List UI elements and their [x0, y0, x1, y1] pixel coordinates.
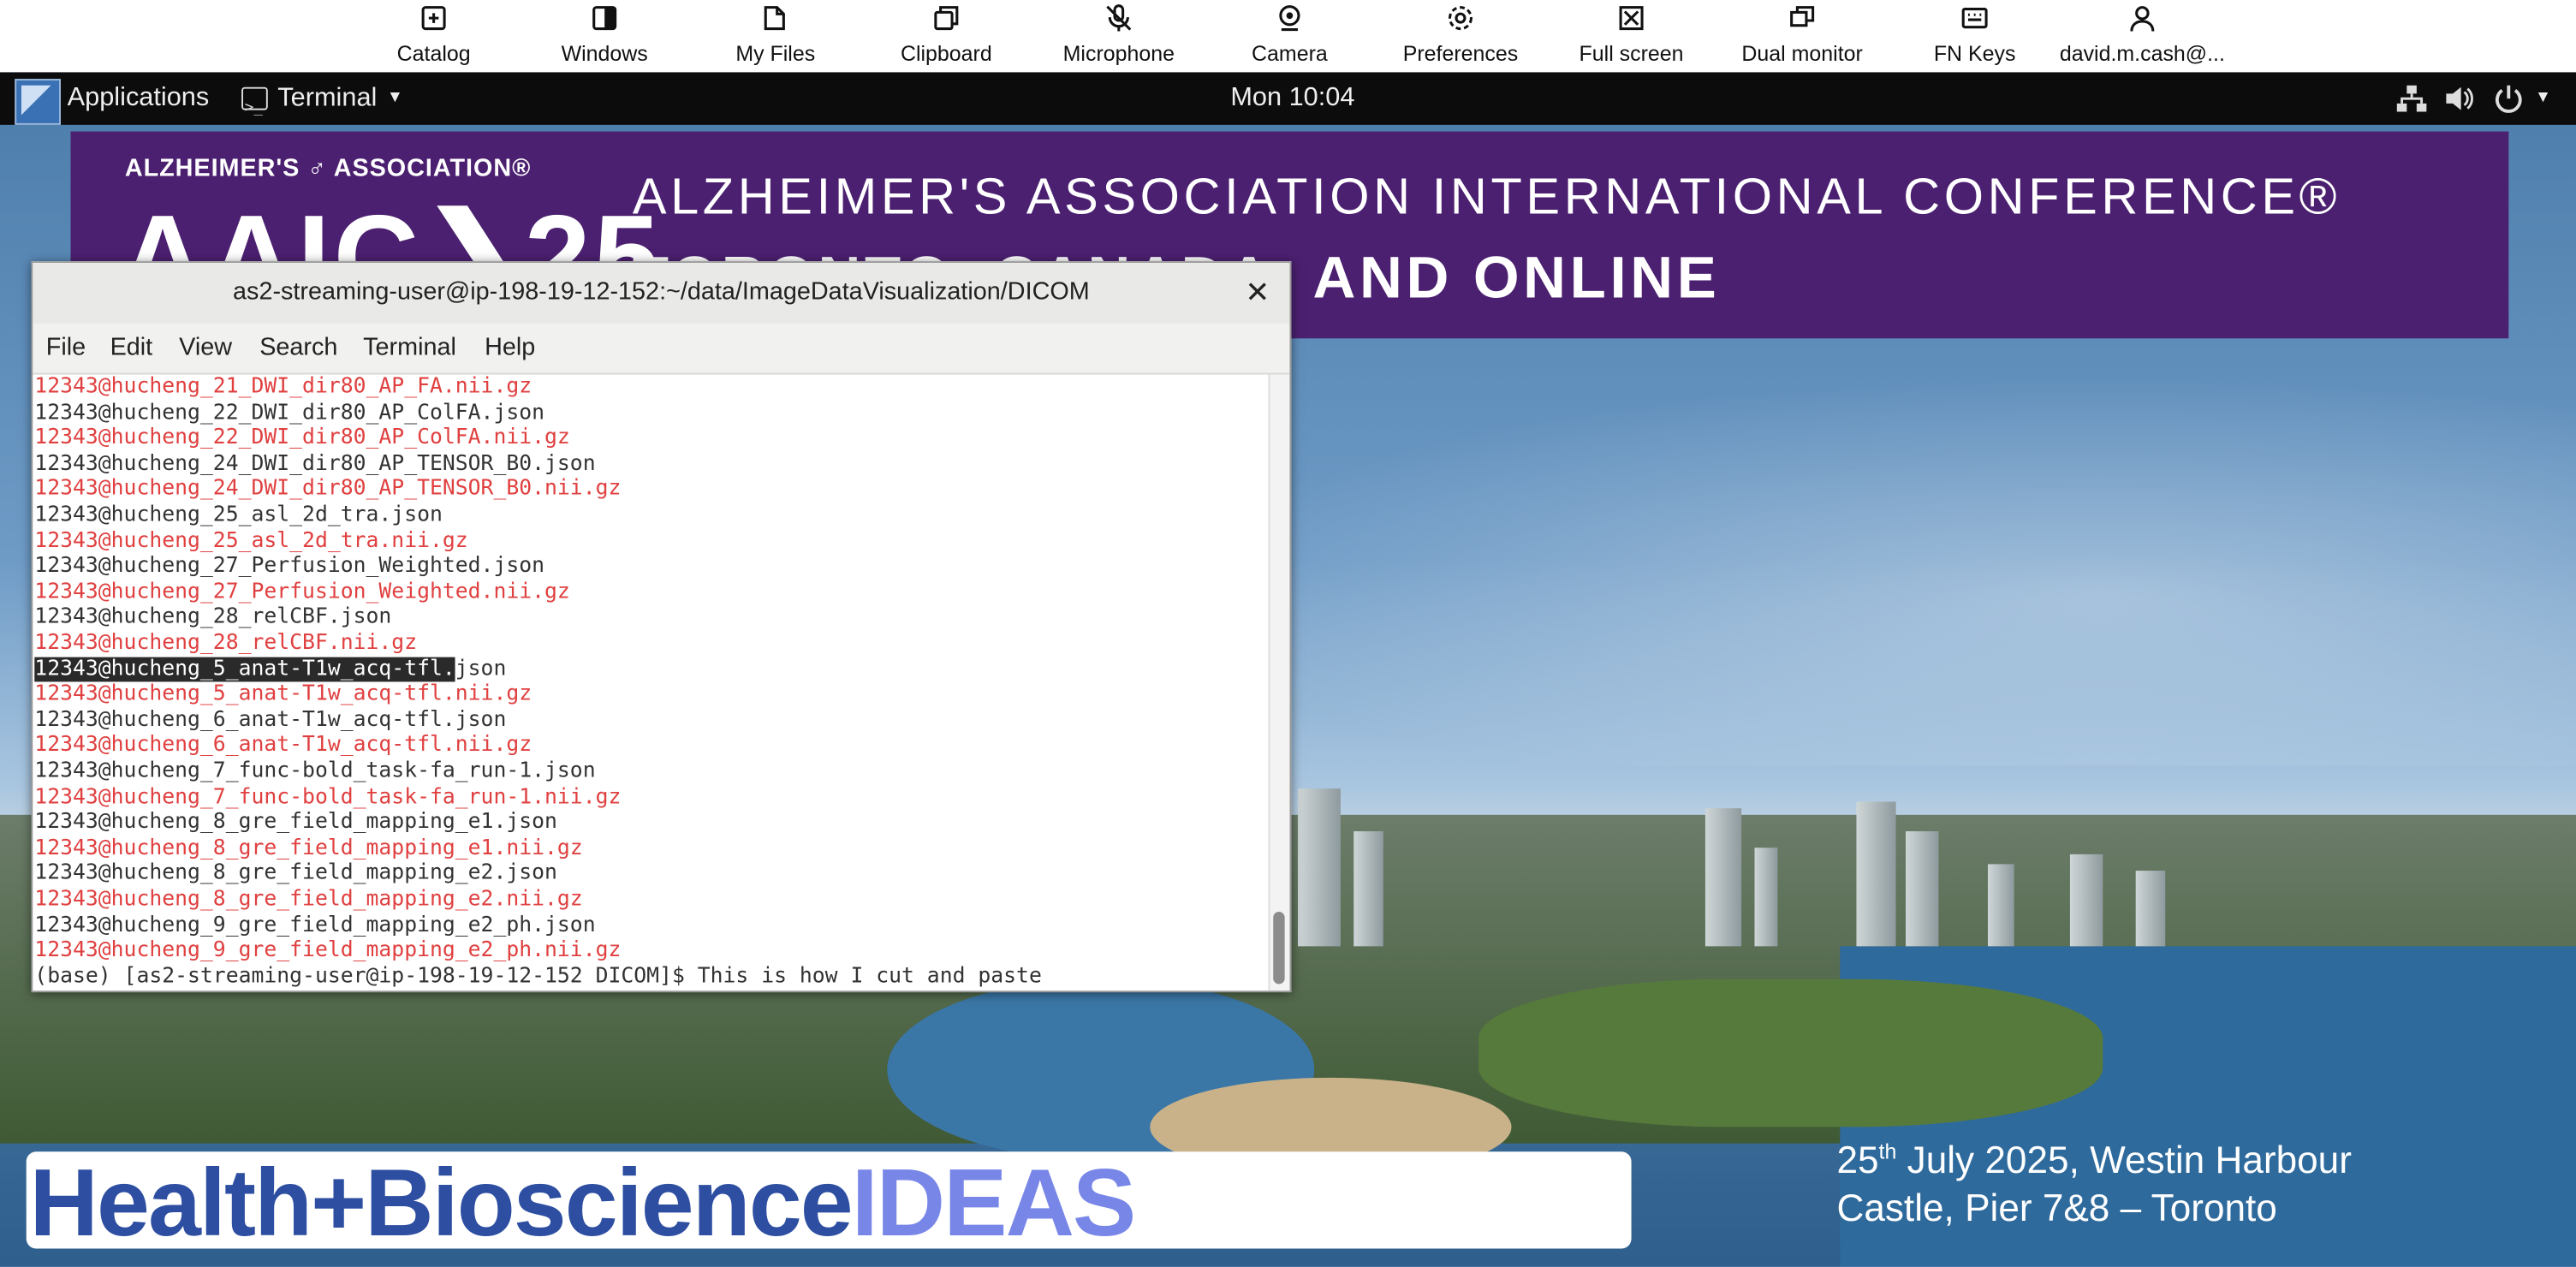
camera-icon [1232, 3, 1347, 39]
terminal-line: 12343@hucheng_24_DWI_dir80_AP_TENSOR_B0.… [34, 451, 596, 477]
terminal-line: 12343@hucheng_22_DWI_dir80_AP_ColFA.json [34, 400, 545, 425]
event-venue-line: Castle, Pier 7&8 – Toronto [1836, 1186, 2277, 1229]
applications-logo-icon [15, 79, 62, 125]
user-icon [2057, 3, 2228, 39]
terminal-line: 12343@hucheng_25_asl_2d_tra.json [34, 503, 443, 527]
menu-search[interactable]: Search [259, 334, 337, 362]
terminal-line-rest: json [455, 656, 507, 681]
terminal-title: as2-streaming-user@ip-198-19-12-152:~/da… [233, 277, 1090, 306]
menu-file[interactable]: File [46, 334, 86, 362]
menu-edit[interactable]: Edit [110, 334, 153, 362]
scrollbar-thumb[interactable] [1273, 912, 1285, 984]
terminal-scrollbar[interactable] [1268, 374, 1290, 991]
association-logo-text: ALZHEIMER'S ♂ ASSOCIATION® [124, 154, 532, 183]
terminal-line: 12343@hucheng_9_gre_field_mapping_e2_ph.… [34, 913, 596, 937]
top-toolbar: Catalog Windows My Files Clipboard Micro… [0, 0, 2576, 73]
terminal-line: 12343@hucheng_6_anat-T1w_acq-tfl.nii.gz [34, 733, 532, 758]
preferences-button[interactable]: Preferences [1398, 0, 1523, 72]
peninsula [1478, 979, 2103, 1127]
terminal-line: 12343@hucheng_5_anat-T1w_acq-tfl.nii.gz [34, 681, 532, 707]
clipboard-icon [889, 3, 1003, 39]
catalog-button[interactable]: Catalog [376, 0, 491, 72]
terminal-icon [241, 82, 268, 134]
terminal-app-menu[interactable]: Terminal▼ [241, 72, 403, 134]
selected-text: 12343@hucheng_5_anat-T1w_acq-tfl. [34, 656, 455, 681]
terminal-line: 12343@hucheng_8_gre_field_mapping_e2.nii… [34, 887, 583, 913]
full-screen-button[interactable]: Full screen [1571, 0, 1693, 72]
my-files-button[interactable]: My Files [718, 0, 833, 72]
terminal-line: 12343@hucheng_28_relCBF.nii.gz [34, 630, 418, 656]
folder-icon [718, 3, 833, 39]
dual-monitor-icon [1734, 3, 1869, 39]
clock[interactable]: Mon 10:04 [1230, 72, 1354, 124]
terminal-line: 12343@hucheng_8_gre_field_mapping_e2.jso… [34, 861, 557, 887]
terminal-output[interactable]: 12343@hucheng_21_DWI_dir80_AP_FA.nii.gz 1… [33, 374, 1269, 991]
terminal-line: 12343@hucheng_8_gre_field_mapping_e1.nii… [34, 836, 583, 861]
terminal-line: 12343@hucheng_8_gre_field_mapping_e1.jso… [34, 810, 557, 836]
terminal-line: 12343@hucheng_5_anat-T1w_acq-tfl.json [34, 656, 507, 682]
gear-icon [1398, 3, 1523, 39]
chevron-down-icon: ▼ [386, 88, 403, 107]
event-date-line: 25th July 2025, Westin Harbour [1836, 1138, 2352, 1181]
chevron-down-icon: ▼ [2535, 88, 2552, 107]
terminal-menubar: File Edit View Search Terminal Help [33, 324, 1290, 375]
menu-help[interactable]: Help [485, 334, 535, 362]
terminal-line: 12343@hucheng_27_Perfusion_Weighted.json [34, 554, 545, 579]
camera-button[interactable]: Camera [1232, 0, 1347, 72]
windows-button[interactable]: Windows [547, 0, 662, 72]
plus-square-icon [376, 3, 491, 39]
user-account-button[interactable]: david.m.cash@... [2057, 0, 2228, 72]
terminal-line: 12343@hucheng_25_asl_2d_tra.nii.gz [34, 528, 468, 553]
close-icon[interactable]: ✕ [1245, 276, 1270, 310]
dual-monitor-button[interactable]: Dual monitor [1734, 0, 1869, 72]
volume-icon[interactable] [2443, 72, 2476, 124]
power-icon[interactable]: ▼ [2492, 72, 2551, 124]
window-icon [547, 3, 662, 39]
applications-menu[interactable]: Applications [68, 72, 210, 124]
fn-keys-button[interactable]: FN Keys [1919, 0, 2030, 72]
terminal-line: 12343@hucheng_22_DWI_dir80_AP_ColFA.nii.… [34, 425, 570, 451]
banner-line-1: ALZHEIMER'S ASSOCIATION INTERNATIONAL CO… [632, 167, 2341, 225]
network-icon[interactable] [2395, 72, 2428, 124]
menu-terminal[interactable]: Terminal [363, 334, 456, 362]
terminal-titlebar[interactable]: as2-streaming-user@ip-198-19-12-152:~/da… [33, 263, 1290, 325]
terminal-line: 12343@hucheng_28_relCBF.json [34, 604, 392, 630]
terminal-line: 12343@hucheng_9_gre_field_mapping_e2_ph.… [34, 938, 622, 963]
terminal-line: 12343@hucheng_7_func-bold_task-fa_run-1.… [34, 784, 622, 810]
keyboard-icon [1919, 3, 2030, 39]
microphone-off-icon [1056, 3, 1181, 39]
terminal-line: 12343@hucheng_24_DWI_dir80_AP_TENSOR_B0.… [34, 477, 622, 503]
menu-view[interactable]: View [179, 334, 232, 362]
terminal-line: (base) [as2-streaming-user@ip-198-19-12-… [34, 964, 1042, 989]
clipboard-button[interactable]: Clipboard [889, 0, 1003, 72]
fullscreen-icon [1571, 3, 1693, 39]
city-skyline [1282, 749, 2576, 947]
health-bioscience-ideas-logo: Health+BioscienceIDEAS [26, 1150, 1632, 1257]
gnome-top-panel: Applications Terminal▼ Mon 10:04 ▼ [0, 72, 2576, 134]
terminal-line: 12343@hucheng_7_func-bold_task-fa_run-1.… [34, 758, 596, 784]
terminal-line: 12343@hucheng_6_anat-T1w_acq-tfl.json [34, 707, 507, 733]
microphone-button[interactable]: Microphone [1056, 0, 1181, 72]
terminal-line: 12343@hucheng_27_Perfusion_Weighted.nii.… [34, 580, 570, 604]
terminal-window[interactable]: as2-streaming-user@ip-198-19-12-152:~/da… [31, 261, 1292, 993]
terminal-line: 12343@hucheng_21_DWI_dir80_AP_FA.nii.gz [34, 374, 532, 400]
